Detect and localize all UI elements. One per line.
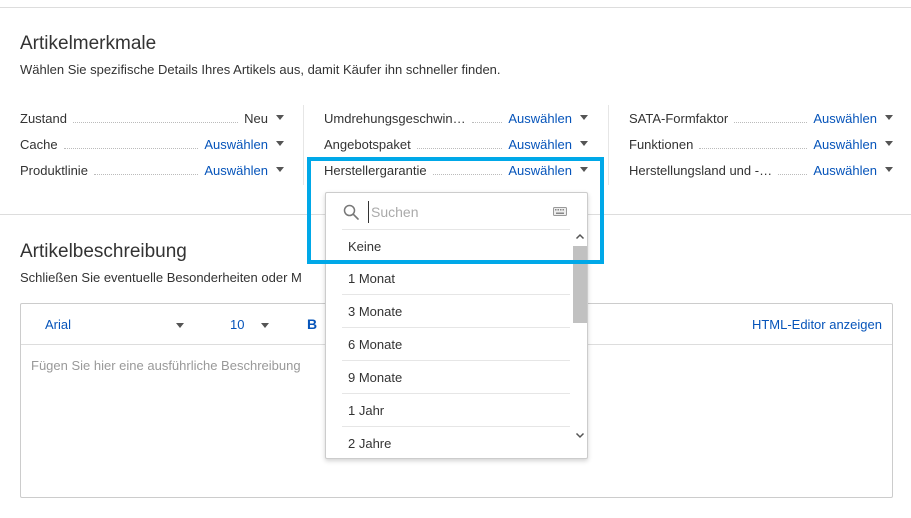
attribute-label: Herstellungsland und -…: [629, 162, 773, 178]
attributes-grid: Zustand Neu Cache Auswählen Produktlinie…: [0, 106, 911, 186]
chevron-down-icon[interactable]: [276, 140, 284, 146]
dropdown-option[interactable]: 6 Monate: [342, 328, 570, 361]
description-title: Artikelbeschreibung: [20, 241, 187, 262]
attribute-label: Cache: [20, 136, 58, 152]
dotted-leader: [734, 113, 808, 123]
dropdown-option[interactable]: 9 Monate: [342, 361, 570, 394]
search-icon: [343, 204, 359, 220]
attribute-row-produktlinie[interactable]: Produktlinie Auswählen: [20, 160, 284, 180]
attribute-value-select[interactable]: Auswählen: [813, 111, 877, 126]
dropdown-search-input[interactable]: [368, 201, 538, 223]
description-subtitle: Schließen Sie eventuelle Besonderheiten …: [20, 270, 302, 285]
dotted-leader: [471, 113, 503, 123]
dotted-leader: [63, 139, 199, 149]
attribute-value-select[interactable]: Auswählen: [508, 137, 572, 152]
attribute-row-herstellungsland[interactable]: Herstellungsland und -… Auswählen: [629, 160, 893, 180]
attribute-value-select[interactable]: Auswählen: [508, 111, 572, 126]
dotted-leader: [72, 113, 239, 123]
dropdown-option[interactable]: 3 Monate: [342, 295, 570, 328]
font-family-select[interactable]: Arial: [45, 317, 71, 332]
chevron-down-icon[interactable]: [261, 323, 269, 328]
attribute-value-select[interactable]: Auswählen: [204, 137, 268, 152]
attribute-value-select[interactable]: Neu: [244, 111, 268, 126]
attributes-column-3: SATA-Formfaktor Auswählen Funktionen Aus…: [629, 106, 893, 186]
chevron-down-icon[interactable]: [276, 166, 284, 172]
attributes-column-1: Zustand Neu Cache Auswählen Produktlinie…: [20, 106, 284, 186]
attribute-value-select[interactable]: Auswählen: [204, 163, 268, 178]
dropdown-option[interactable]: 2 Jahre: [342, 427, 570, 458]
dotted-leader: [93, 165, 199, 175]
attribute-label: Funktionen: [629, 136, 694, 152]
html-editor-link[interactable]: HTML-Editor anzeigen: [752, 317, 882, 332]
attribute-row-funktionen[interactable]: Funktionen Auswählen: [629, 134, 893, 154]
chevron-down-icon[interactable]: [176, 323, 184, 328]
chevron-down-icon[interactable]: [276, 114, 284, 120]
dropdown-options: Keine 1 Monat 3 Monate 6 Monate 9 Monate…: [342, 229, 570, 458]
dotted-leader: [416, 139, 503, 149]
chevron-down-icon[interactable]: [885, 166, 893, 172]
herstellergarantie-dropdown[interactable]: Keine 1 Monat 3 Monate 6 Monate 9 Monate…: [325, 192, 588, 459]
dropdown-option[interactable]: Keine: [342, 229, 570, 262]
attribute-label: Produktlinie: [20, 162, 88, 178]
font-size-select[interactable]: 10: [230, 317, 244, 332]
attribute-row-sata-formfaktor[interactable]: SATA-Formfaktor Auswählen: [629, 108, 893, 128]
attributes-title: Artikelmerkmale: [20, 33, 157, 54]
column-divider: [608, 105, 609, 185]
attribute-label: SATA-Formfaktor: [629, 110, 729, 126]
attribute-label: Herstellergarantie: [324, 162, 427, 178]
scroll-down-icon[interactable]: [573, 428, 587, 442]
chevron-down-icon[interactable]: [580, 166, 588, 172]
top-divider: [0, 7, 911, 8]
dotted-leader: [778, 165, 808, 175]
chevron-down-icon[interactable]: [580, 114, 588, 120]
attribute-value-select[interactable]: Auswählen: [508, 163, 572, 178]
dotted-leader: [432, 165, 503, 175]
scroll-up-icon[interactable]: [573, 230, 587, 244]
attribute-row-angebotspaket[interactable]: Angebotspaket Auswählen: [324, 134, 588, 154]
dropdown-search: [326, 193, 587, 229]
scrollbar-thumb[interactable]: [573, 246, 587, 323]
column-divider: [303, 105, 304, 185]
attribute-row-umdrehungsgeschwindigkeit[interactable]: Umdrehungsgeschwin… Auswählen: [324, 108, 588, 128]
chevron-down-icon[interactable]: [580, 140, 588, 146]
attributes-column-2: Umdrehungsgeschwin… Auswählen Angebotspa…: [324, 106, 588, 186]
attribute-label: Umdrehungsgeschwin…: [324, 110, 466, 126]
dropdown-option[interactable]: 1 Monat: [342, 262, 570, 295]
attribute-row-zustand[interactable]: Zustand Neu: [20, 108, 284, 128]
attributes-subtitle: Wählen Sie spezifische Details Ihres Art…: [20, 62, 501, 77]
dropdown-scrollbar[interactable]: [573, 230, 587, 444]
chevron-down-icon[interactable]: [885, 114, 893, 120]
attribute-label: Angebotspaket: [324, 136, 411, 152]
attribute-value-select[interactable]: Auswählen: [813, 163, 877, 178]
keyboard-icon[interactable]: [553, 207, 567, 216]
editor-textarea-placeholder[interactable]: Fügen Sie hier eine ausführliche Beschre…: [31, 358, 301, 373]
attribute-row-herstellergarantie[interactable]: Herstellergarantie Auswählen: [324, 160, 588, 180]
attribute-row-cache[interactable]: Cache Auswählen: [20, 134, 284, 154]
dotted-leader: [699, 139, 808, 149]
chevron-down-icon[interactable]: [885, 140, 893, 146]
attribute-value-select[interactable]: Auswählen: [813, 137, 877, 152]
dropdown-option[interactable]: 1 Jahr: [342, 394, 570, 427]
bold-button[interactable]: B: [307, 316, 317, 332]
attribute-label: Zustand: [20, 110, 67, 126]
